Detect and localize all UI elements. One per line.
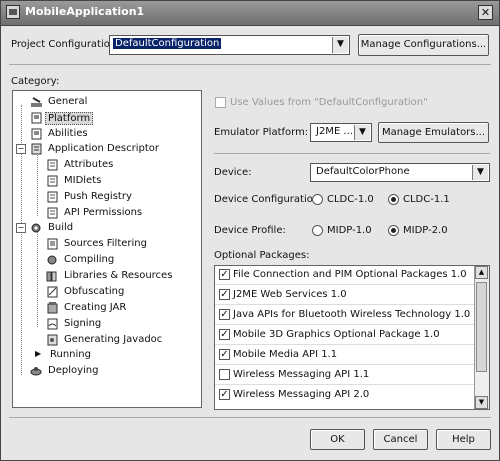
manage-configurations-button[interactable]: Manage Configurations... (358, 34, 489, 56)
midlets-icon (46, 175, 59, 187)
push-registry-icon (46, 191, 59, 203)
tree-line (37, 153, 38, 216)
package-checkbox[interactable] (219, 369, 230, 380)
ok-button[interactable]: OK (310, 429, 365, 450)
optional-packages-list[interactable]: ✓ File Connection and PIM Optional Packa… (214, 265, 490, 410)
attributes-icon (46, 159, 59, 171)
tree-line (37, 232, 38, 327)
emulator-platform-combo[interactable]: J2ME ... ▼ (310, 123, 372, 142)
divider (9, 64, 491, 65)
properties-dialog: MobileApplication1 ✕ Project Configurati… (0, 0, 500, 461)
package-checkbox[interactable]: ✓ (219, 349, 230, 360)
platform-icon (30, 112, 43, 124)
scroll-up-icon[interactable]: ▲ (475, 266, 488, 279)
wrench-icon (30, 96, 43, 108)
package-checkbox[interactable]: ✓ (219, 309, 230, 320)
midp-10-radio[interactable] (312, 225, 323, 236)
javadoc-icon (46, 334, 59, 346)
manage-emulators-button[interactable]: Manage Emulators... (378, 122, 489, 143)
permissions-icon (46, 207, 59, 219)
deploying-icon (30, 365, 43, 377)
packages-scrollbar[interactable]: ▲ ▼ (474, 266, 489, 409)
divider (214, 153, 490, 154)
libraries-icon (46, 270, 59, 282)
scroll-thumb[interactable] (476, 282, 487, 372)
package-checkbox[interactable]: ✓ (219, 289, 230, 300)
list-item[interactable]: ✓ J2ME Web Services 1.0 (215, 286, 475, 305)
title-bar[interactable]: MobileApplication1 ✕ (1, 1, 499, 26)
list-item[interactable]: Wireless Messaging API 1.1 (215, 366, 475, 385)
chevron-down-icon: ▼ (332, 37, 348, 53)
jar-icon (46, 302, 59, 314)
list-item[interactable]: ✓ Mobile 3D Graphics Optional Package 1.… (215, 326, 475, 345)
list-item[interactable]: ✓ Wireless Messaging API 2.0 (215, 386, 475, 405)
use-values-label: Use Values from "DefaultConfiguration" (230, 97, 428, 108)
collapse-icon[interactable]: − (16, 223, 26, 233)
emulator-platform-label: Emulator Platform: (214, 127, 309, 138)
project-config-value: DefaultConfiguration (113, 38, 222, 49)
divider (9, 417, 491, 418)
collapse-icon[interactable]: − (16, 144, 26, 154)
category-label: Category: (11, 76, 60, 87)
chevron-down-icon: ▼ (354, 125, 370, 140)
descriptor-icon (30, 143, 43, 155)
optional-packages-label: Optional Packages: (214, 250, 310, 261)
chevron-down-icon: ▼ (472, 165, 488, 180)
package-checkbox[interactable]: ✓ (219, 329, 230, 340)
sources-icon (46, 238, 59, 250)
device-combo[interactable]: DefaultColorPhone ▼ (310, 163, 490, 182)
cldc-11-label: CLDC-1.1 (403, 194, 450, 205)
device-value: DefaultColorPhone (316, 166, 410, 177)
close-button[interactable]: ✕ (478, 5, 493, 20)
device-label: Device: (214, 167, 252, 178)
help-button[interactable]: Help (436, 429, 491, 450)
midp-10-label: MIDP-1.0 (327, 225, 372, 236)
category-tree[interactable]: General Platform Abilities − Application… (12, 90, 202, 408)
cldc-10-label: CLDC-1.0 (327, 194, 374, 205)
package-checkbox[interactable]: ✓ (219, 389, 230, 400)
expand-icon[interactable]: ▶ (35, 349, 41, 358)
emulator-platform-value: J2ME ... (316, 126, 353, 137)
midp-20-label: MIDP-2.0 (403, 225, 448, 236)
app-icon (6, 5, 20, 19)
use-values-checkbox[interactable] (215, 97, 226, 108)
project-config-label: Project Configuration: (11, 39, 120, 50)
window-title: MobileApplication1 (25, 5, 145, 18)
list-item[interactable]: ✓ Java APIs for Bluetooth Wireless Techn… (215, 306, 475, 325)
device-configuration-label: Device Configuration: (214, 194, 323, 205)
cancel-button[interactable]: Cancel (373, 429, 428, 450)
abilities-icon (30, 128, 43, 140)
list-item[interactable]: ✓ File Connection and PIM Optional Packa… (215, 266, 475, 285)
scroll-down-icon[interactable]: ▼ (475, 396, 488, 409)
build-icon (30, 222, 43, 234)
compiling-icon (46, 254, 59, 266)
obfuscating-icon (46, 286, 59, 298)
device-profile-label: Device Profile: (214, 225, 286, 236)
package-checkbox[interactable]: ✓ (219, 269, 230, 280)
list-item[interactable]: ✓ Mobile Media API 1.1 (215, 346, 475, 365)
signing-icon (46, 318, 59, 330)
cldc-11-radio[interactable] (388, 194, 399, 205)
midp-20-radio[interactable] (388, 225, 399, 236)
project-config-combo[interactable]: DefaultConfiguration ▼ (109, 35, 350, 55)
cldc-10-radio[interactable] (312, 194, 323, 205)
